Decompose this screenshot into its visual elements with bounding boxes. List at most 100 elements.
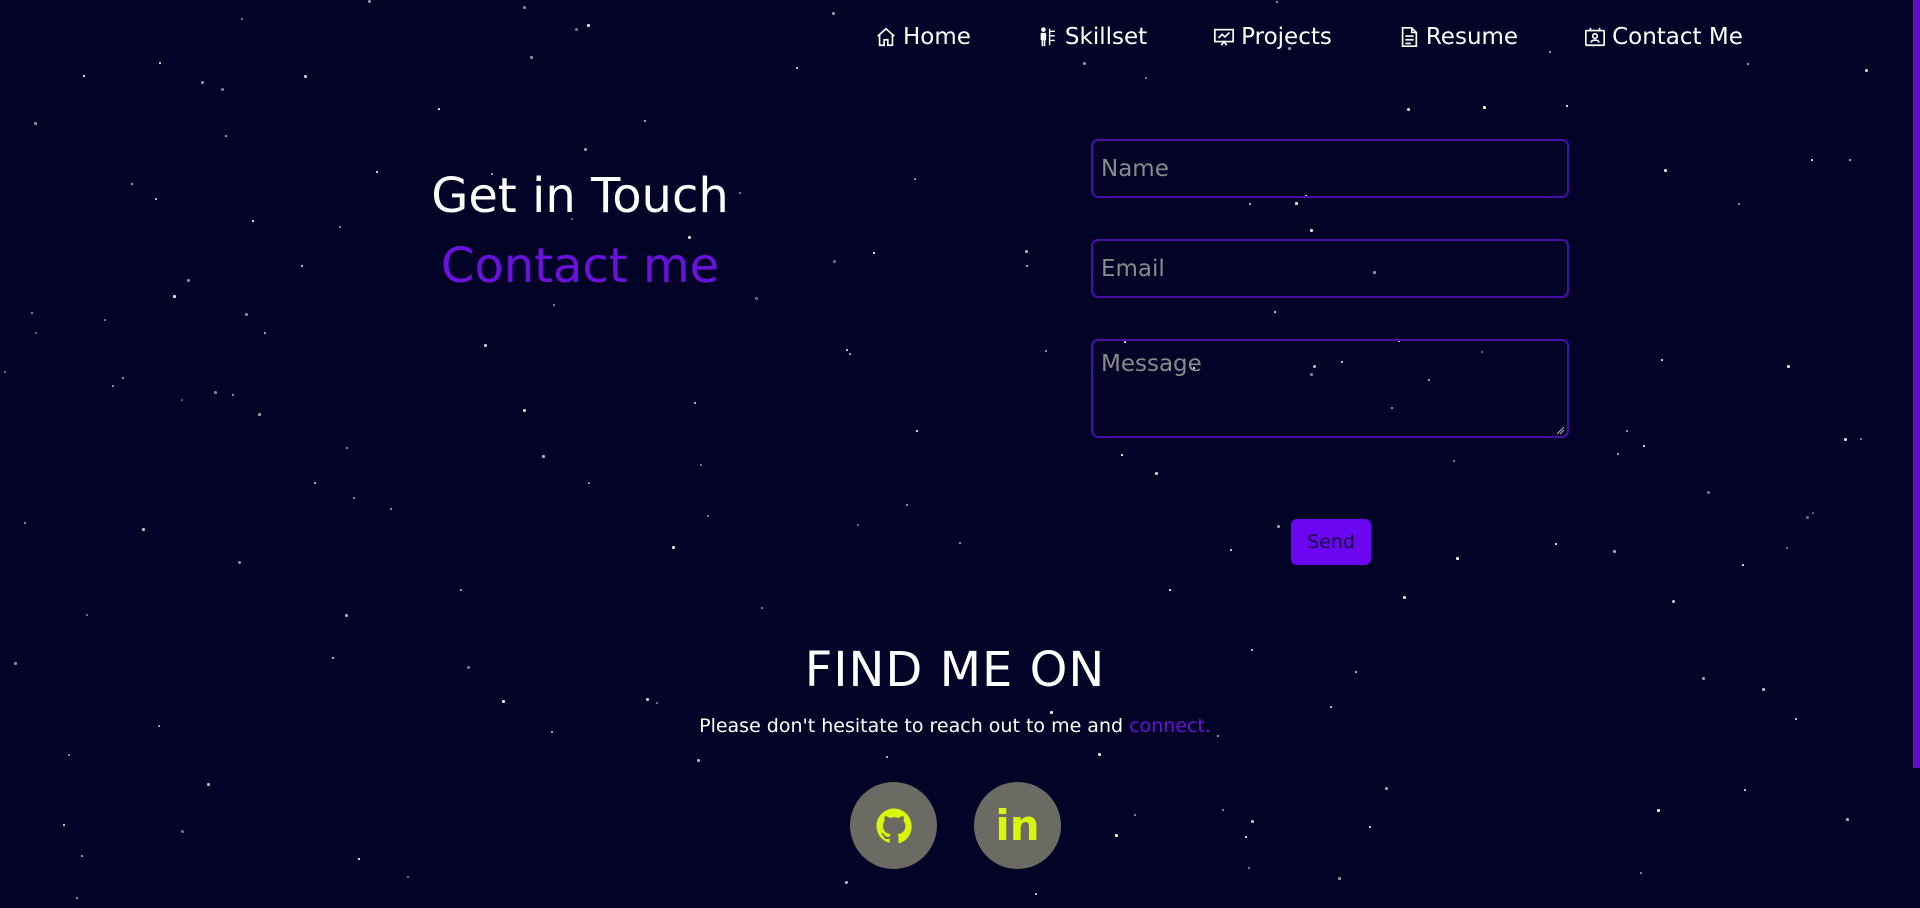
star: [187, 279, 190, 282]
star: [1403, 596, 1406, 599]
star: [438, 108, 440, 110]
nav-projects[interactable]: Projects: [1213, 24, 1332, 50]
nav-projects-label: Projects: [1241, 24, 1332, 50]
star: [575, 28, 578, 31]
nav-home[interactable]: Home: [875, 24, 971, 50]
star: [1222, 809, 1224, 811]
star: [1844, 438, 1847, 441]
star: [502, 700, 505, 703]
star: [1849, 159, 1851, 161]
star: [1385, 787, 1388, 790]
star: [1330, 706, 1332, 708]
star: [553, 304, 555, 306]
nav-skillset[interactable]: Skillset: [1037, 24, 1147, 50]
star: [1274, 311, 1276, 313]
star: [1121, 454, 1123, 456]
find-me-sentence: Please don't hesitate to reach out to me…: [699, 715, 1130, 737]
star: [1456, 557, 1459, 560]
star: [346, 447, 348, 449]
page-title: Get in Touch: [431, 168, 729, 224]
send-button[interactable]: Send: [1291, 519, 1371, 565]
star: [1050, 711, 1053, 714]
star: [1045, 350, 1047, 352]
star: [833, 260, 836, 263]
star: [1643, 445, 1645, 447]
email-field[interactable]: [1091, 239, 1569, 298]
star: [1549, 51, 1551, 53]
star: [264, 332, 266, 334]
star: [353, 497, 355, 499]
github-button[interactable]: [850, 782, 937, 869]
star: [1115, 834, 1118, 837]
linkedin-button[interactable]: in: [974, 782, 1061, 869]
star: [68, 754, 70, 756]
star: [159, 62, 161, 64]
star: [86, 614, 88, 616]
star: [646, 698, 649, 701]
star: [181, 830, 184, 833]
star: [1672, 600, 1675, 603]
star: [1295, 202, 1298, 205]
scrollbar-thumb[interactable]: [1913, 0, 1920, 768]
star: [1249, 203, 1251, 205]
star: [81, 855, 83, 857]
star: [587, 24, 590, 27]
star: [1169, 589, 1171, 591]
star: [1865, 69, 1868, 72]
star: [301, 265, 303, 267]
resume-icon: [1398, 26, 1420, 48]
contact-page: Home Skillset Projects Resume Contact Me: [0, 0, 1920, 908]
star: [241, 18, 243, 20]
star: [1786, 547, 1788, 549]
star: [1738, 203, 1740, 205]
star: [252, 220, 254, 222]
star: [1664, 169, 1667, 172]
star: [304, 75, 307, 78]
star: [225, 135, 227, 137]
star: [1083, 62, 1086, 65]
star: [916, 430, 918, 432]
star: [1742, 564, 1744, 566]
star: [1640, 872, 1642, 874]
star: [339, 226, 341, 228]
star: [694, 402, 696, 404]
star: [238, 561, 241, 564]
star: [1707, 491, 1710, 494]
star: [845, 881, 848, 884]
star: [588, 482, 590, 484]
nav-home-label: Home: [903, 24, 971, 50]
star: [112, 385, 114, 387]
star: [173, 295, 176, 298]
star: [1248, 867, 1250, 869]
star: [1369, 826, 1371, 828]
star: [1566, 105, 1568, 107]
star: [1245, 836, 1247, 838]
home-icon: [875, 26, 897, 48]
resize-handle-icon[interactable]: [1556, 426, 1565, 435]
nav-contact[interactable]: Contact Me: [1584, 24, 1743, 50]
name-field[interactable]: [1091, 139, 1569, 198]
starfield-background: [0, 0, 1920, 908]
star: [1134, 814, 1136, 816]
nav-skillset-label: Skillset: [1064, 24, 1148, 50]
star: [644, 120, 646, 122]
message-field[interactable]: [1091, 339, 1569, 438]
star: [314, 482, 316, 484]
star: [755, 297, 758, 300]
star: [1407, 108, 1410, 111]
star: [4, 371, 6, 373]
star: [656, 702, 658, 704]
star: [131, 183, 133, 185]
connect-link[interactable]: connect.: [1129, 715, 1211, 737]
star: [1747, 63, 1749, 65]
star: [832, 12, 835, 15]
star: [31, 312, 33, 314]
star: [1035, 893, 1037, 895]
github-icon: [876, 808, 912, 843]
star: [672, 546, 675, 549]
star: [345, 614, 348, 617]
nav-resume[interactable]: Resume: [1398, 24, 1518, 50]
star: [368, 0, 371, 3]
star: [24, 522, 26, 524]
star: [407, 876, 409, 878]
